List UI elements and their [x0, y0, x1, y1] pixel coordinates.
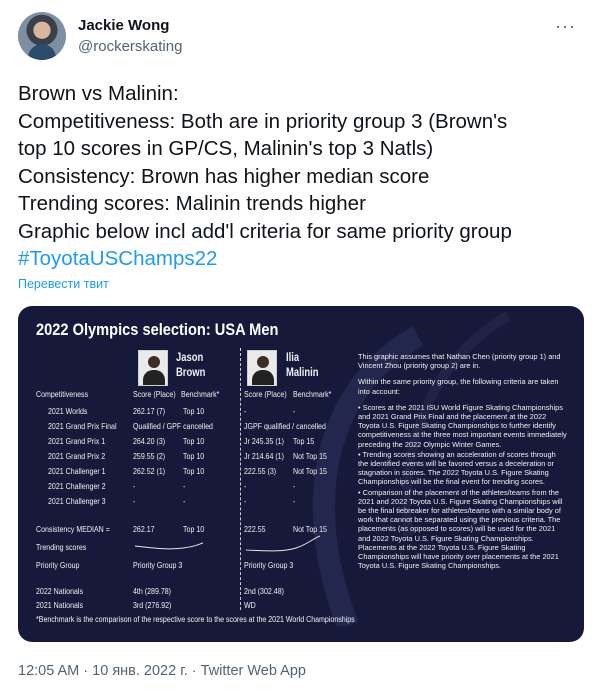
table-cell: Not Top 15 [293, 524, 327, 534]
row-label: 2021 Challenger 1 [48, 466, 106, 476]
column-header: Score (Place) [244, 389, 287, 399]
skater-photo-malinin [247, 350, 277, 386]
row-label: 2021 Nationals [36, 600, 84, 610]
row-label: Trending scores [36, 542, 87, 552]
table-cell: - [244, 496, 247, 506]
row-label: Competitiveness [36, 389, 89, 399]
table-cell: Qualified / GPF cancelled [133, 421, 213, 431]
table-cell: 222.55 [244, 524, 266, 534]
row-label: 2022 Nationals [36, 586, 84, 596]
tweet-time[interactable]: 12:05 AM [18, 663, 79, 679]
table-cell: Priority Group 3 [133, 560, 183, 570]
column-header: Benchmark* [181, 389, 220, 399]
note-paragraph: • Scores at the 2021 ISU World Figure Sk… [358, 402, 567, 449]
table-cell: 3rd (276.92) [133, 600, 172, 610]
row-label: 2021 Grand Prix 2 [48, 451, 106, 461]
table-cell: - [133, 496, 136, 506]
row-label: 2021 Grand Prix Final [48, 421, 117, 431]
skater-last-name: Malinin [286, 367, 319, 379]
column-divider [240, 348, 241, 610]
table-cell: Jr 245.35 (1) [244, 436, 284, 446]
table-cell: Priority Group 3 [244, 560, 294, 570]
skater-last-name: Brown [176, 367, 206, 379]
tweet-date[interactable]: 10 янв. 2022 г. [92, 663, 188, 679]
tweet-timestamp: 12:05 AM · 10 янв. 2022 г. · Twitter Web… [18, 663, 306, 679]
row-label: 2021 Grand Prix 1 [48, 436, 106, 446]
table-cell: 264.20 (3) [133, 436, 166, 446]
column-header: Score (Place) [133, 389, 176, 399]
tweet-line: Consistency: Brown has higher median sco… [18, 164, 430, 188]
graphic-title: 2022 Olympics selection: USA Men [36, 320, 279, 339]
author-handle[interactable]: @rockerskating [78, 38, 182, 55]
table-cell: - [133, 481, 136, 491]
table-cell: Not Top 15 [293, 451, 327, 461]
table-cell: 262.17 (7) [133, 406, 166, 416]
note-paragraph: This graphic assumes that Nathan Chen (p… [358, 352, 561, 371]
tweet-line: top 10 scores in GP/CS, Malinin's top 3 … [18, 137, 434, 160]
table-cell: - [293, 481, 296, 491]
table-cell: - [293, 496, 296, 506]
tweet-line: Graphic below incl add'l criteria for sa… [18, 219, 512, 243]
table-cell: Top 15 [293, 436, 315, 446]
graphic-footnote: *Benchmark is the comparison of the resp… [36, 614, 355, 624]
skater-first-name: Jason [176, 352, 204, 364]
tweet-image[interactable]: 2022 Olympics selection: USA Men Jason B… [18, 306, 584, 642]
table-cell: Jr 214.64 (1) [244, 451, 284, 461]
table-cell: - [244, 406, 247, 416]
tweet-line: Trending scores: Malinin trends higher [18, 192, 366, 215]
table-cell: 4th (289.78) [133, 586, 172, 596]
more-options-icon[interactable]: ··· [555, 16, 576, 37]
tweet-text: Brown vs Malinin: Competitiveness: Both … [18, 80, 588, 273]
separator: · [79, 663, 93, 679]
row-label: 2021 Challenger 2 [48, 481, 106, 491]
table-cell: - [244, 481, 247, 491]
table-cell: Top 10 [183, 466, 205, 476]
table-cell: WD [244, 600, 256, 610]
table-cell: Top 10 [183, 524, 205, 534]
avatar[interactable] [18, 12, 66, 60]
table-cell: - [183, 481, 186, 491]
table-cell: Not Top 15 [293, 466, 327, 476]
hashtag-link[interactable]: #ToyotaUSChamps22 [18, 245, 588, 273]
tweet-line: Brown vs Malinin: [18, 82, 179, 105]
row-label: Priority Group [36, 560, 80, 570]
note-paragraph: • Trending scores showing an acceleratio… [358, 449, 556, 487]
skater-photo-brown [138, 350, 168, 386]
row-label: 2021 Worlds [48, 406, 88, 416]
note-paragraph: Within the same priority group, the foll… [358, 377, 559, 396]
tweet-source[interactable]: Twitter Web App [201, 663, 306, 679]
table-cell: 259.55 (2) [133, 451, 166, 461]
table-cell: 2nd (302.48) [244, 586, 284, 596]
table-cell: 222.55 (3) [244, 466, 277, 476]
tweet-line: Competitiveness: Both are in priority gr… [18, 109, 508, 133]
table-cell: Top 10 [183, 436, 205, 446]
trend-sparkline-brown [134, 542, 204, 550]
separator: · [187, 663, 201, 679]
table-cell: Top 10 [183, 451, 205, 461]
column-header: Benchmark* [293, 389, 332, 399]
row-label: 2021 Challenger 3 [48, 496, 106, 506]
translate-tweet-link[interactable]: Перевести твит [18, 277, 109, 291]
table-cell: - [293, 406, 296, 416]
selection-criteria-notes: This graphic assumes that Nathan Chen (p… [358, 352, 568, 577]
author-display-name[interactable]: Jackie Wong [78, 17, 169, 34]
note-paragraph: • Comparison of the placement of the ath… [358, 487, 563, 571]
table-cell: - [183, 496, 186, 506]
skater-first-name: Ilia [286, 352, 300, 364]
table-cell: 262.52 (1) [133, 466, 166, 476]
row-label: Consistency MEDIAN = [36, 524, 110, 534]
table-cell: Top 10 [183, 406, 205, 416]
table-cell: 262.17 [133, 524, 155, 534]
tweet-header: Jackie Wong @rockerskating ··· [18, 12, 580, 64]
trend-sparkline-malinin [245, 535, 321, 552]
table-cell: JGPF qualified / cancelled [244, 421, 326, 431]
